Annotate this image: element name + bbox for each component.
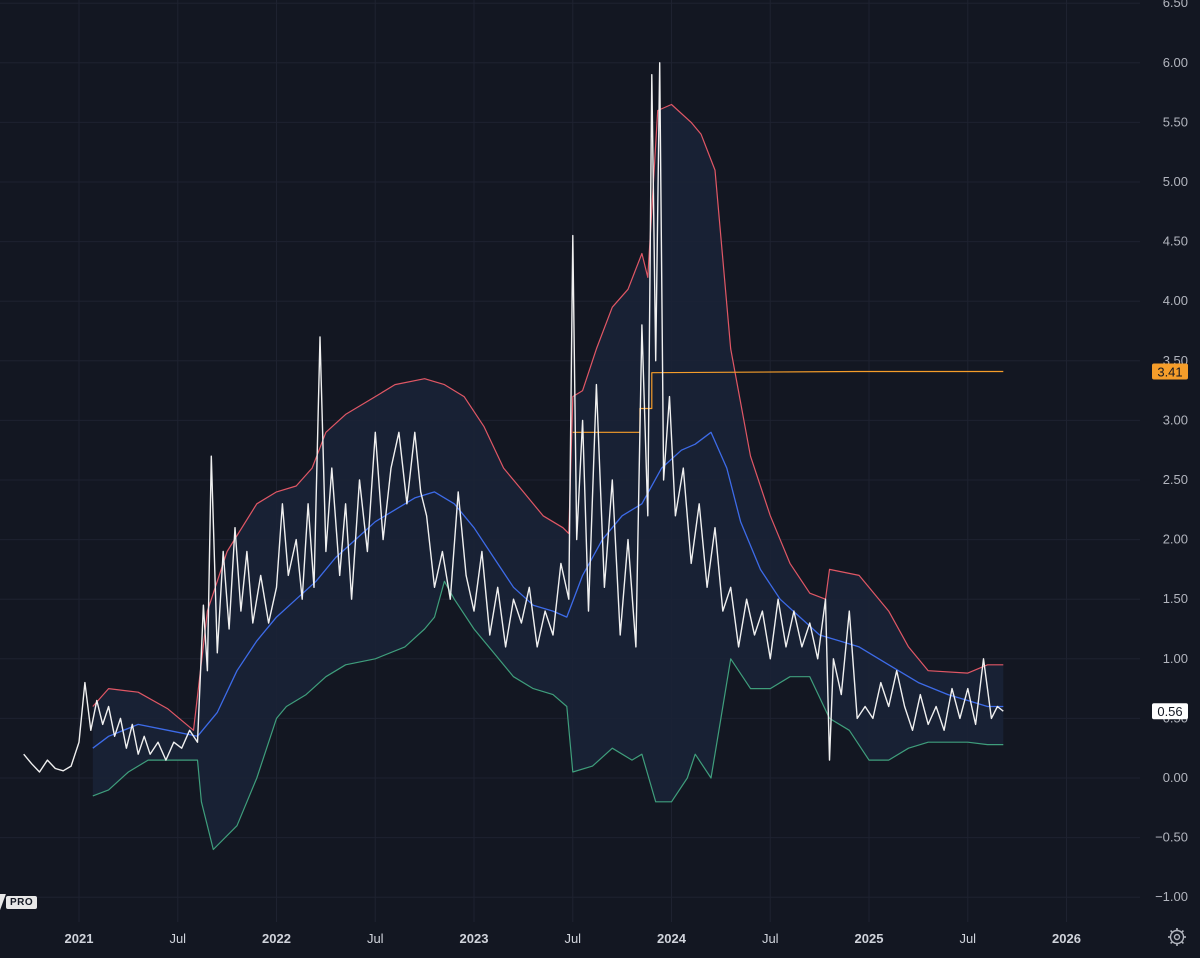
band-fill (92, 104, 1004, 850)
y-tick-label: 5.00 (1163, 174, 1188, 189)
chart-canvas[interactable]: −1.00−0.500.000.501.001.502.002.503.003.… (0, 0, 1200, 958)
y-tick-label: 4.00 (1163, 293, 1188, 308)
y-tick-label: 2.50 (1163, 472, 1188, 487)
y-tick-label: 2.00 (1163, 532, 1188, 547)
band-area (92, 104, 1004, 850)
x-tick-label: Jul (169, 931, 186, 946)
y-tick-label: −0.50 (1155, 830, 1188, 845)
y-tick-label: 6.50 (1163, 0, 1188, 10)
y-tick-label: 3.00 (1163, 412, 1188, 427)
y-axis: −1.00−0.500.000.501.001.502.002.503.003.… (1155, 0, 1188, 904)
y-tick-label: 4.50 (1163, 234, 1188, 249)
x-tick-label: Jul (367, 931, 384, 946)
pro-label: PRO (6, 895, 38, 909)
x-tick-label: 2024 (657, 931, 687, 946)
y-tick-label: 1.50 (1163, 591, 1188, 606)
x-tick-label: Jul (762, 931, 779, 946)
price-last-value-label: 0.56 (1157, 704, 1182, 719)
y-tick-label: 5.50 (1163, 114, 1188, 129)
level-last-value-label: 3.41 (1157, 365, 1182, 380)
pro-badge: PRO (0, 894, 38, 910)
x-tick-label: 2023 (460, 931, 489, 946)
x-tick-label: 2022 (262, 931, 291, 946)
y-tick-label: 1.00 (1163, 651, 1188, 666)
x-tick-label: 2025 (855, 931, 884, 946)
x-axis: 2021 Jul 2022 Jul 2023 Jul 2024 Jul 2025 Jul 2026 (65, 931, 1081, 946)
gear-icon[interactable] (1166, 926, 1188, 948)
x-tick-label: 2026 (1052, 931, 1081, 946)
x-tick-label: Jul (959, 931, 976, 946)
y-tick-label: −1.00 (1155, 889, 1188, 904)
y-tick-label: 0.00 (1163, 770, 1188, 785)
x-tick-label: 2021 (65, 931, 94, 946)
x-tick-label: Jul (564, 931, 581, 946)
y-tick-label: 6.00 (1163, 55, 1188, 70)
